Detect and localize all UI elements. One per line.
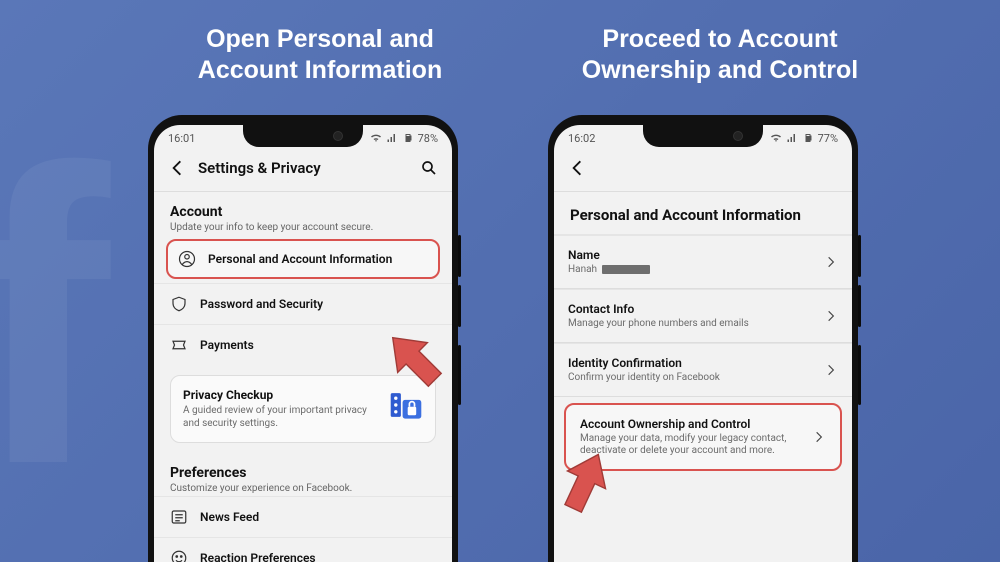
row-desc: Manage your phone numbers and emails — [568, 318, 812, 330]
volume-up-button — [458, 235, 461, 277]
row-label: Account Ownership and Control — [580, 417, 800, 431]
privacy-checkup-card[interactable]: Privacy Checkup A guided review of your … — [170, 375, 436, 443]
row-label: News Feed — [200, 510, 436, 524]
row-account-ownership[interactable]: Account Ownership and Control Manage you… — [564, 403, 842, 471]
background-logo: f — [0, 150, 110, 486]
row-identity[interactable]: Identity Confirmation Confirm your ident… — [554, 343, 852, 396]
power-button — [858, 345, 861, 405]
caption-right: Proceed to Account Ownership and Control — [550, 24, 890, 87]
battery-icon — [402, 132, 414, 144]
status-battery: 77% — [818, 132, 838, 145]
caption-right-line2: Ownership and Control — [582, 56, 858, 84]
ticket-icon — [170, 336, 188, 354]
status-time: 16:02 — [568, 132, 595, 145]
lock-clipboard-icon — [389, 388, 423, 422]
power-button — [458, 345, 461, 405]
row-value: Hanah — [568, 264, 812, 276]
row-label: Personal and Account Information — [208, 252, 428, 266]
preferences-section: Preferences Customize your experience on… — [154, 447, 452, 496]
section-subtitle: Customize your experience on Facebook. — [170, 483, 436, 494]
volume-down-button — [458, 285, 461, 327]
reaction-icon — [170, 549, 188, 562]
row-name[interactable]: Name Hanah — [554, 235, 852, 288]
feed-icon — [170, 508, 188, 526]
name-first: Hanah — [568, 264, 597, 275]
chevron-right-icon — [812, 430, 826, 444]
chevron-right-icon — [824, 363, 838, 377]
status-time: 16:01 — [168, 132, 195, 145]
row-personal-info[interactable]: Personal and Account Information — [166, 239, 440, 279]
caption-left: Open Personal and Account Information — [150, 24, 490, 87]
wifi-icon — [770, 132, 782, 144]
row-label: Contact Info — [568, 302, 812, 316]
chevron-right-icon — [824, 309, 838, 323]
section-title: Preferences — [170, 465, 436, 481]
row-label: Password and Security — [200, 297, 436, 311]
shield-icon — [170, 295, 188, 313]
account-section: Account Update your info to keep your ac… — [154, 192, 452, 235]
wifi-icon — [370, 132, 382, 144]
search-button[interactable] — [418, 157, 440, 179]
row-contact-info[interactable]: Contact Info Manage your phone numbers a… — [554, 289, 852, 342]
signal-icon — [386, 132, 398, 144]
back-button[interactable] — [166, 157, 188, 179]
status-bar: 16:01 78% — [154, 125, 452, 151]
signal-icon — [786, 132, 798, 144]
name-redacted — [602, 265, 650, 274]
back-button[interactable] — [566, 157, 588, 179]
row-label: Reaction Preferences — [200, 551, 436, 562]
header-title: Settings & Privacy — [198, 159, 408, 177]
header-bar — [554, 151, 852, 192]
person-icon — [178, 250, 196, 268]
row-news-feed[interactable]: News Feed — [154, 496, 452, 537]
row-label: Payments — [200, 338, 436, 352]
page-title: Personal and Account Information — [554, 192, 852, 235]
row-security[interactable]: Password and Security — [154, 283, 452, 324]
volume-down-button — [858, 285, 861, 327]
phone-mockup-left: 16:01 78% Settings & Privacy Accoun — [148, 115, 458, 562]
chevron-right-icon — [824, 255, 838, 269]
caption-right-line1: Proceed to Account — [602, 25, 837, 53]
card-desc: A guided review of your important privac… — [183, 405, 379, 430]
row-label: Identity Confirmation — [568, 356, 812, 370]
volume-up-button — [858, 235, 861, 277]
row-label: Name — [568, 248, 812, 262]
status-battery: 78% — [418, 132, 438, 145]
section-subtitle: Update your info to keep your account se… — [170, 222, 436, 233]
card-title: Privacy Checkup — [183, 388, 379, 402]
phone-mockup-right: 16:02 77% Personal and Account Informati… — [548, 115, 858, 562]
status-bar: 16:02 77% — [554, 125, 852, 151]
row-desc: Confirm your identity on Facebook — [568, 372, 812, 384]
section-title: Account — [170, 204, 436, 220]
row-desc: Manage your data, modify your legacy con… — [580, 433, 800, 457]
caption-left-line1: Open Personal and — [206, 25, 434, 53]
caption-left-line2: Account Information — [198, 56, 442, 84]
header-bar: Settings & Privacy — [154, 151, 452, 192]
row-payments[interactable]: Payments — [154, 324, 452, 365]
row-reaction[interactable]: Reaction Preferences — [154, 537, 452, 562]
battery-icon — [802, 132, 814, 144]
